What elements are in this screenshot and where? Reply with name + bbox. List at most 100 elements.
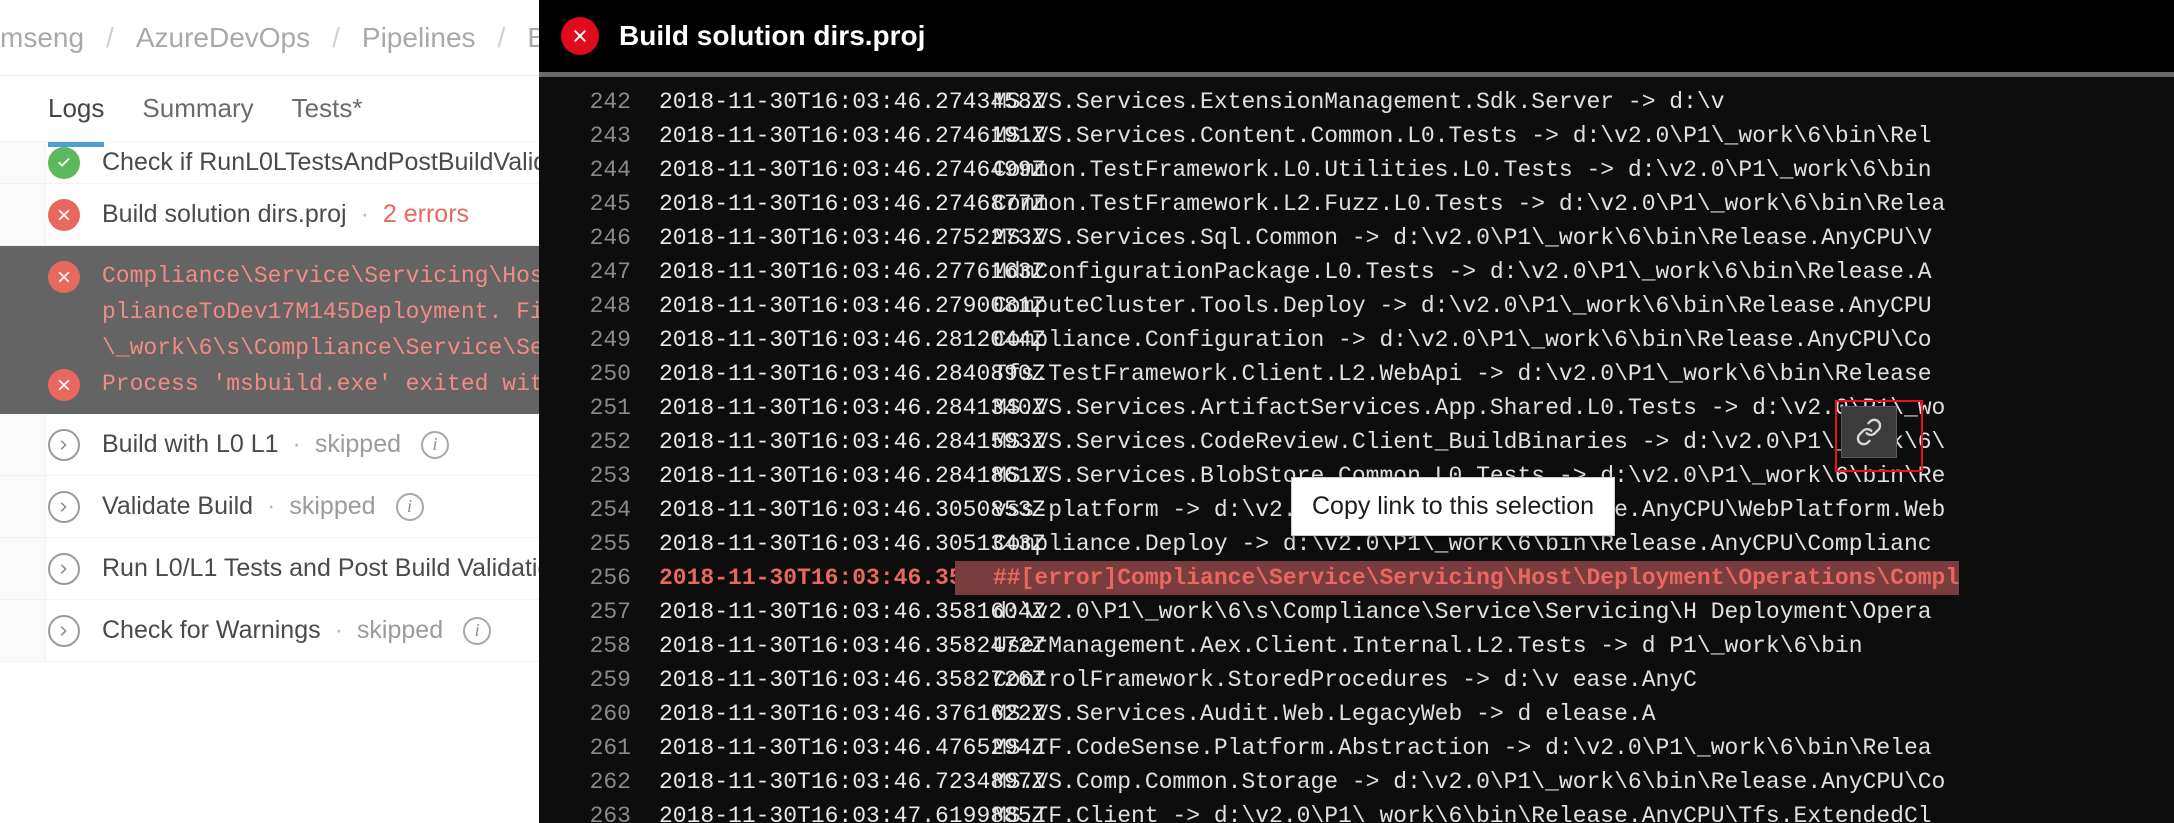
tab-logs[interactable]: Logs [48, 93, 104, 124]
log-message: MS.TF.CodeSense.Platform.Abstraction -> … [993, 735, 1932, 761]
app-root: mseng / AzureDevOps / Pipelines / Builds… [0, 0, 2174, 823]
log-timestamp: 2018-11-30T16:03:46.2841593Z [659, 429, 1046, 455]
log-message: MS.VS.Services.Audit.Web.LegacyWeb -> d … [993, 701, 1656, 727]
log-line[interactable]: 242 2018-11-30T16:03:46.2743458Z MS.VS.S… [539, 85, 2174, 119]
log-line[interactable]: 261 2018-11-30T16:03:46.4765294Z MS.TF.C… [539, 731, 2174, 765]
task-gutter [0, 538, 46, 599]
log-timestamp: 2018-11-30T16:03:46.2746499Z [659, 157, 1046, 183]
chevron-right-icon[interactable] [48, 428, 80, 461]
log-message: MS.TF.Client -> d:\v2.0\P1\_work\6\bin\R… [993, 803, 1932, 823]
task-separator-dot: · [267, 492, 276, 520]
log-line[interactable]: 257 2018-11-30T16:03:46.3581604Z d:\v2.0… [539, 595, 2174, 629]
log-line[interactable]: 248 2018-11-30T16:03:46.2790081Z Compute… [539, 289, 2174, 323]
log-line[interactable]: 243 2018-11-30T16:03:46.2746191Z MS.VS.S… [539, 119, 2174, 153]
log-line-number: 257 [589, 599, 631, 625]
task-gutter [0, 600, 46, 661]
log-line-number: 249 [589, 327, 631, 353]
log-line[interactable]: 251 2018-11-30T16:03:46.2841340Z MS.VS.S… [539, 391, 2174, 425]
log-line-number: 247 [589, 259, 631, 285]
error-icon [48, 369, 80, 401]
log-viewer-panel: Build solution dirs.proj 242 2018-11-30T… [539, 0, 2174, 823]
log-line-number: 250 [589, 361, 631, 387]
log-line-number: 245 [589, 191, 631, 217]
log-timestamp: 2018-11-30T16:03:46.3566209Z [659, 565, 1046, 591]
log-line[interactable]: 244 2018-11-30T16:03:46.2746499Z Common.… [539, 153, 2174, 187]
chevron-right-icon[interactable] [48, 614, 80, 647]
error-icon [561, 17, 599, 55]
log-line-number: 251 [589, 395, 631, 421]
copy-link-button[interactable] [1841, 406, 1897, 458]
log-message: d:\v2.0\P1\_work\6\s\Compliance\Service\… [993, 599, 1932, 625]
tab-tests[interactable]: Tests* [292, 93, 363, 124]
log-line[interactable]: 259 2018-11-30T16:03:46.3582726Z Control… [539, 663, 2174, 697]
log-message: Common.TestFramework.L0.Utilities.L0.Tes… [993, 157, 1932, 183]
chevron-right-icon[interactable] [48, 490, 80, 523]
log-line-number: 253 [589, 463, 631, 489]
task-status-text: skipped [356, 616, 444, 644]
log-message: MS.VS.Services.ExtensionManagement.Sdk.S… [993, 89, 1725, 115]
log-message: MdmConfigurationPackage.L0.Tests -> d:\v… [993, 259, 1932, 285]
error-icon [48, 198, 80, 231]
success-icon [48, 146, 80, 179]
log-timestamp: 2018-11-30T16:03:47.6199885Z [659, 803, 1046, 823]
log-timestamp: 2018-11-30T16:03:46.2841340Z [659, 395, 1046, 421]
task-error-count: 2 errors [382, 200, 470, 228]
info-icon[interactable]: i [421, 430, 450, 459]
log-message: Tfs.TestFramework.Client.L2.WebApi -> d:… [993, 361, 1932, 387]
log-message: MS.VS.Services.CodeReview.Client_BuildBi… [993, 429, 1946, 455]
log-message: UserManagement.Aex.Client.Internal.L2.Te… [993, 633, 1863, 659]
log-line[interactable]: 258 2018-11-30T16:03:46.3582472Z UserMan… [539, 629, 2174, 663]
log-timestamp: 2018-11-30T16:03:46.3051343Z [659, 531, 1046, 557]
breadcrumb-item-pipelines[interactable]: Pipelines [362, 22, 476, 54]
active-indicator-bar [48, 142, 104, 147]
log-line[interactable]: 263 2018-11-30T16:03:47.6199885Z MS.TF.C… [539, 799, 2174, 823]
log-line-number: 256 [589, 565, 631, 591]
log-message: ComputeCluster.Tools.Deploy -> d:\v2.0\P… [993, 293, 1932, 319]
info-icon[interactable]: i [463, 616, 492, 645]
breadcrumb-separator: / [497, 21, 506, 53]
breadcrumb-separator: / [106, 21, 114, 53]
task-gutter [0, 184, 46, 245]
tab-summary[interactable]: Summary [142, 93, 253, 124]
log-line-error[interactable]: 256 2018-11-30T16:03:46.3566209Z ##[erro… [539, 561, 2174, 595]
log-timestamp: 2018-11-30T16:03:46.2746191Z [659, 123, 1046, 149]
breadcrumb-separator: / [332, 21, 340, 53]
log-lines-container[interactable]: 242 2018-11-30T16:03:46.2743458Z MS.VS.S… [539, 77, 2174, 823]
log-line[interactable]: 245 2018-11-30T16:03:46.2746877Z Common.… [539, 187, 2174, 221]
log-message: MS.VS.Services.Sql.Common -> d:\v2.0\P1\… [993, 225, 1932, 251]
log-timestamp: 2018-11-30T16:03:46.3050853Z [659, 497, 1046, 523]
log-timestamp: 2018-11-30T16:03:46.4765294Z [659, 735, 1046, 761]
task-gutter [0, 142, 46, 183]
error-icon [48, 261, 80, 293]
log-line[interactable]: 246 2018-11-30T16:03:46.2752273Z MS.VS.S… [539, 221, 2174, 255]
log-line[interactable]: 249 2018-11-30T16:03:46.2812044Z Complia… [539, 323, 2174, 357]
log-line-number: 242 [589, 89, 631, 115]
task-separator-dot: · [292, 430, 301, 458]
log-timestamp: 2018-11-30T16:03:46.2752273Z [659, 225, 1046, 251]
breadcrumb-item-azuredevops[interactable]: AzureDevOps [136, 22, 310, 54]
task-gutter [0, 476, 46, 537]
log-line[interactable]: 247 2018-11-30T16:03:46.2776163Z MdmConf… [539, 255, 2174, 289]
chevron-right-icon[interactable] [48, 552, 80, 585]
log-line[interactable]: 262 2018-11-30T16:03:46.7234897Z MS.VS.C… [539, 765, 2174, 799]
task-name: Check for Warnings [102, 616, 321, 644]
log-message-selected[interactable]: ##[error]Compliance\Service\Servicing\Ho… [955, 561, 1960, 595]
log-line-number: 255 [589, 531, 631, 557]
log-line-number: 248 [589, 293, 631, 319]
log-message: Common.TestFramework.L2.Fuzz.L0.Tests ->… [993, 191, 1946, 217]
task-separator-dot: · [334, 616, 343, 644]
log-timestamp: 2018-11-30T16:03:46.2841861Z [659, 463, 1046, 489]
log-line[interactable]: 250 2018-11-30T16:03:46.2840890Z Tfs.Tes… [539, 357, 2174, 391]
task-name: Validate Build [102, 492, 254, 520]
task-name: Build with L0 L1 [102, 430, 279, 458]
task-status-text: skipped [289, 492, 376, 520]
breadcrumb-item-mseng[interactable]: mseng [0, 22, 84, 54]
info-icon[interactable]: i [395, 492, 424, 521]
log-line[interactable]: 260 2018-11-30T16:03:46.3761622Z MS.VS.S… [539, 697, 2174, 731]
log-line[interactable]: 252 2018-11-30T16:03:46.2841593Z MS.VS.S… [539, 425, 2174, 459]
task-gutter [0, 414, 46, 475]
log-panel-title: Build solution dirs.proj [619, 20, 926, 51]
log-line-number: 254 [589, 497, 631, 523]
log-timestamp: 2018-11-30T16:03:46.3761622Z [659, 701, 1046, 727]
task-name: Build solution dirs.proj [102, 200, 347, 228]
